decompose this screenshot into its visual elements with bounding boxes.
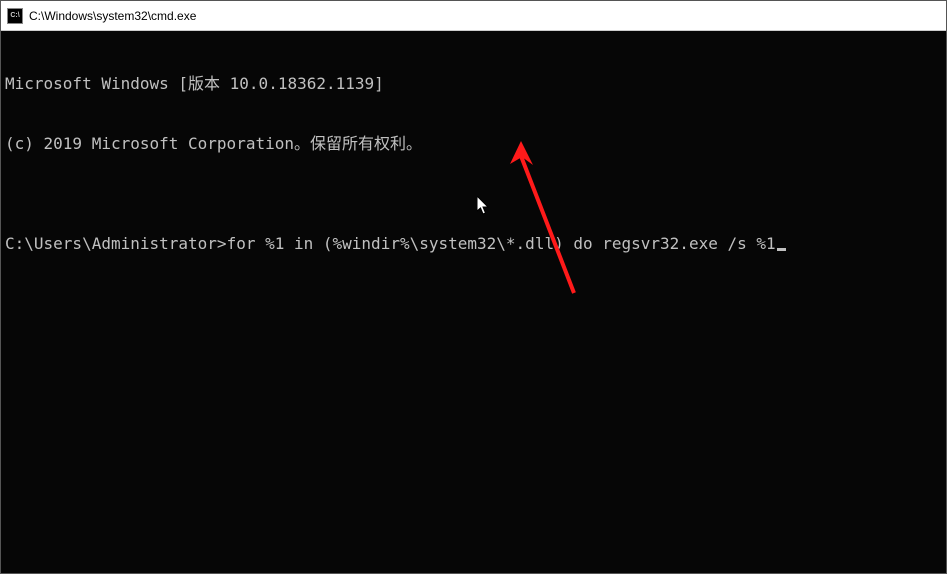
terminal-area[interactable]: Microsoft Windows [版本 10.0.18362.1139] (… — [1, 31, 946, 573]
window-title: C:\Windows\system32\cmd.exe — [29, 9, 196, 23]
terminal-prompt-line: C:\Users\Administrator>for %1 in (%windi… — [5, 234, 942, 254]
terminal-line-version: Microsoft Windows [版本 10.0.18362.1139] — [5, 74, 942, 94]
command-text: for %1 in (%windir%\system32\*.dll) do r… — [227, 234, 776, 253]
text-cursor — [777, 248, 786, 251]
terminal-line-copyright: (c) 2019 Microsoft Corporation。保留所有权利。 — [5, 134, 942, 154]
prompt-text: C:\Users\Administrator> — [5, 234, 227, 253]
cmd-icon: C:\ — [7, 8, 23, 24]
cmd-window: C:\ C:\Windows\system32\cmd.exe Microsof… — [0, 0, 947, 574]
red-arrow-annotation — [509, 138, 599, 308]
titlebar[interactable]: C:\ C:\Windows\system32\cmd.exe — [1, 1, 946, 31]
mouse-pointer-icon — [477, 196, 491, 216]
